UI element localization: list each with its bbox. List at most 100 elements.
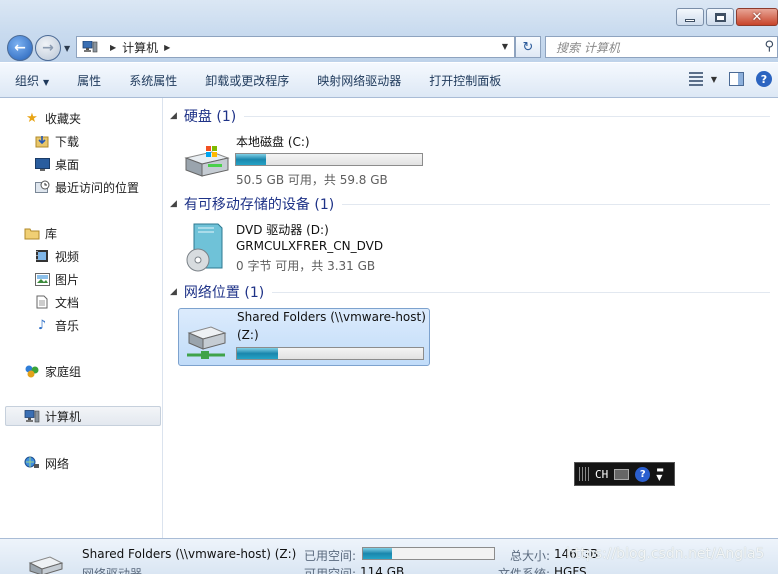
- keyboard-icon[interactable]: [614, 468, 630, 480]
- computer-icon: [24, 408, 40, 424]
- sidebar-item-libraries[interactable]: 库: [24, 223, 184, 243]
- network-icon: [24, 455, 40, 471]
- recent-pages-dropdown[interactable]: ▼: [64, 44, 70, 53]
- back-button[interactable]: ←: [7, 35, 33, 61]
- selected-item-name: Shared Folders (\\vmware-host) (Z:): [82, 547, 297, 561]
- usage-bar: [235, 153, 423, 166]
- free-space-value: 114 GB: [360, 565, 405, 574]
- refresh-button[interactable]: ↻: [515, 36, 541, 58]
- file-system-label: 文件系统:: [498, 567, 551, 574]
- open-control-panel-button[interactable]: 打开控制面板: [429, 72, 501, 89]
- window-controls: ✕: [676, 8, 778, 26]
- group-divider: [342, 203, 770, 205]
- close-button[interactable]: ✕: [736, 8, 778, 26]
- sidebar-label: 库: [45, 226, 58, 241]
- sidebar-item-favorites[interactable]: ★ 收藏夹: [24, 108, 184, 128]
- minimize-icon: [685, 18, 695, 22]
- properties-button[interactable]: 属性: [77, 72, 101, 89]
- view-controls: ▼ ?: [688, 71, 778, 87]
- sidebar-label: 家庭组: [45, 364, 82, 379]
- total-size-label: 总大小:: [510, 549, 551, 563]
- usage-bar-fill: [236, 154, 266, 165]
- group-title: 网络位置 (1): [183, 285, 265, 301]
- forward-button[interactable]: →: [35, 35, 61, 61]
- free-space-label: 可用空间:: [304, 567, 357, 574]
- address-dropdown-icon[interactable]: ▼: [502, 42, 508, 51]
- preview-pane-icon[interactable]: [729, 72, 744, 86]
- usage-bar-fill: [237, 348, 278, 359]
- dvd-drive-icon: [186, 223, 223, 272]
- breadcrumb-computer[interactable]: 计算机: [122, 39, 158, 56]
- collapse-triangle-icon[interactable]: ◢: [170, 111, 177, 121]
- sidebar-label: 视频: [55, 249, 80, 264]
- sidebar-label: 图片: [55, 272, 80, 287]
- search-icon[interactable]: ⚲: [764, 39, 774, 54]
- views-icon: [688, 72, 705, 86]
- close-icon: ✕: [751, 9, 763, 25]
- minimize-button[interactable]: [676, 8, 704, 26]
- system-properties-button[interactable]: 系统属性: [129, 72, 177, 89]
- breadcrumb-separator-icon[interactable]: ▶: [110, 43, 116, 52]
- change-view-button[interactable]: ▼: [688, 72, 717, 86]
- help-icon[interactable]: ?: [635, 466, 651, 482]
- collapse-triangle-icon[interactable]: ◢: [170, 287, 177, 297]
- sidebar-label: 下载: [55, 134, 80, 149]
- usage-bar: [362, 547, 495, 560]
- drive-name: Shared Folders (\\vmware-host): [237, 310, 426, 324]
- sidebar-item-homegroup[interactable]: 家庭组: [24, 361, 184, 381]
- drag-handle[interactable]: [579, 467, 589, 481]
- group-header-network-locations[interactable]: ◢ 网络位置 (1): [170, 282, 770, 302]
- navigation-pane: ★ 收藏夹 下载 桌面 最近访问的位置 库 视频 图片 文档 ♪ 音乐 家庭组 计算…: [0, 98, 163, 538]
- command-bar: 组织 ▼ 属性 系统属性 卸载或更改程序 映射网络驱动器 打开控制面板 ▼ ?: [0, 62, 778, 98]
- language-bar[interactable]: CH ? ▬ ▼: [574, 462, 675, 486]
- address-bar[interactable]: ▶ 计算机 ▶ ▼: [76, 36, 515, 58]
- map-network-drive-button[interactable]: 映射网络驱动器: [317, 72, 401, 89]
- network-drive-icon: [28, 556, 64, 574]
- libraries-icon: [24, 225, 40, 241]
- search-placeholder: 搜索 计算机: [556, 40, 620, 55]
- maximize-button[interactable]: [706, 8, 734, 26]
- selected-item-type: 网络驱动器: [82, 567, 143, 574]
- content-area: ◢ 硬盘 (1) 本地磁盘 (C:) 50.5 GB 可用，共 59.8 GB …: [164, 98, 778, 538]
- sidebar-item-computer[interactable]: 计算机: [5, 406, 161, 426]
- drive-name: 本地磁盘 (C:): [236, 135, 310, 149]
- desktop-icon: [34, 156, 50, 172]
- sidebar-label: 文档: [55, 295, 80, 310]
- used-space-label: 已用空间:: [304, 549, 357, 563]
- computer-icon: [82, 41, 98, 53]
- watermark-text: https://blog.csdn.net/Angla5: [566, 546, 765, 562]
- downloads-folder-icon: [34, 133, 50, 149]
- input-language-indicator[interactable]: CH: [595, 468, 608, 481]
- breadcrumb-separator-icon[interactable]: ▶: [164, 43, 170, 52]
- homegroup-icon: [24, 363, 40, 379]
- network-drive-icon: [187, 326, 227, 359]
- drive-item-local-c[interactable]: 本地磁盘 (C:) 50.5 GB 可用，共 59.8 GB: [178, 132, 430, 190]
- video-icon: [34, 248, 50, 264]
- collapse-triangle-icon[interactable]: ◢: [170, 199, 177, 209]
- navigation-bar: ← → ▼ ▶ 计算机 ▶ ▼ ↻ 搜索 计算机 ⚲: [0, 32, 778, 62]
- documents-icon: [34, 294, 50, 310]
- drive-space-text: 50.5 GB 可用，共 59.8 GB: [236, 173, 388, 187]
- group-header-hard-disks[interactable]: ◢ 硬盘 (1): [170, 106, 770, 126]
- search-input[interactable]: 搜索 计算机 ⚲: [545, 36, 778, 58]
- drive-name: DVD 驱动器 (D:): [236, 223, 329, 237]
- uninstall-button[interactable]: 卸载或更改程序: [205, 72, 289, 89]
- arrow-left-icon: ←: [14, 40, 26, 56]
- file-system-value: HGFS: [554, 565, 587, 574]
- help-icon[interactable]: ?: [756, 71, 772, 87]
- drive-volume-label: GRMCULXFRER_CN_DVD: [236, 239, 384, 253]
- drive-letter: (Z:): [237, 328, 259, 342]
- music-icon: ♪: [37, 317, 47, 333]
- sidebar-item-network[interactable]: 网络: [24, 453, 184, 473]
- organize-button[interactable]: 组织 ▼: [15, 72, 49, 89]
- chevron-down-icon: ▼: [710, 74, 717, 84]
- pictures-icon: [34, 271, 50, 287]
- options-icon[interactable]: ▬ ▼: [656, 466, 664, 482]
- drive-space-text: 0 字节 可用，共 3.31 GB: [236, 259, 376, 273]
- group-header-removable[interactable]: ◢ 有可移动存储的设备 (1): [170, 194, 770, 214]
- star-icon: ★: [26, 110, 38, 126]
- drive-item-shared-z[interactable]: Shared Folders (\\vmware-host) (Z:): [178, 308, 430, 366]
- drive-item-dvd-d[interactable]: DVD 驱动器 (D:) GRMCULXFRER_CN_DVD 0 字节 可用，…: [178, 220, 430, 280]
- arrow-right-icon: →: [42, 40, 54, 56]
- group-divider: [244, 115, 770, 117]
